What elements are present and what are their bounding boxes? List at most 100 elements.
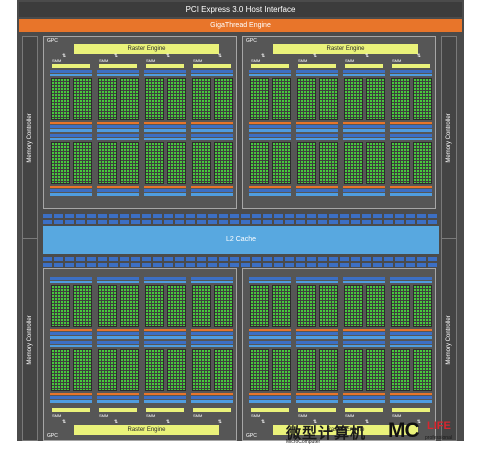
cache-strip — [249, 74, 291, 76]
cache-strip — [296, 345, 338, 347]
cache-strip — [343, 329, 385, 331]
cache-strip — [191, 193, 233, 196]
smm-processing-block — [191, 70, 233, 132]
cuda-core-array — [145, 142, 164, 184]
smm-label: SMM — [146, 413, 156, 418]
cuda-core-array — [214, 78, 233, 120]
cache-strip — [191, 336, 233, 339]
cache-strip — [144, 193, 186, 196]
cache-strip — [144, 122, 186, 124]
cache-strip — [343, 125, 385, 128]
smm-label: SMM — [99, 58, 109, 63]
cache-strip — [97, 329, 139, 331]
cache-strip — [249, 341, 291, 344]
smm-processing-block — [50, 341, 92, 403]
cuda-core-array — [366, 285, 385, 327]
cache-strip — [144, 186, 186, 188]
cache-strip — [390, 396, 432, 399]
smm-block: SMM — [143, 275, 187, 420]
cache-strip — [249, 400, 291, 403]
cache-strip — [390, 138, 432, 140]
cache-strip — [144, 336, 186, 339]
cache-strip — [296, 341, 338, 344]
pci-express-host-interface: PCI Express 3.0 Host Interface — [19, 2, 462, 17]
cache-strip — [249, 189, 291, 192]
cuda-core-array — [391, 349, 410, 391]
smm-processing-block — [343, 277, 385, 339]
smm-processing-block — [144, 277, 186, 339]
cuda-core-array — [51, 142, 70, 184]
cache-strip — [191, 332, 233, 335]
cache-strip — [191, 125, 233, 128]
cache-strip — [144, 400, 186, 403]
cache-strip — [50, 125, 92, 128]
polymorph-engine-bar — [99, 408, 137, 412]
smm-processing-block — [296, 277, 338, 339]
cuda-core-array — [250, 349, 269, 391]
cache-strip — [97, 396, 139, 399]
cuda-core-array — [51, 78, 70, 120]
memory-controller-top-right: Memory Controller — [441, 36, 457, 239]
cache-strip — [249, 193, 291, 196]
cuda-core-array — [272, 142, 291, 184]
cache-strip — [249, 125, 291, 128]
cuda-core-array — [344, 78, 363, 120]
cache-strip — [296, 74, 338, 76]
smm-processing-block — [390, 341, 432, 403]
smm-label: SMM — [193, 413, 203, 418]
cache-strip — [144, 125, 186, 128]
cache-strip — [343, 396, 385, 399]
cache-strip — [144, 329, 186, 331]
cache-strip — [343, 393, 385, 395]
cuda-core-array — [167, 142, 186, 184]
cache-strip — [50, 345, 92, 347]
cache-strip — [50, 393, 92, 395]
cache-strip — [191, 129, 233, 132]
cache-strip — [191, 329, 233, 331]
smm-processing-block — [343, 341, 385, 403]
cache-strip — [390, 341, 432, 344]
cache-strip — [343, 186, 385, 188]
polymorph-engine-bar — [298, 408, 336, 412]
smm-processing-block — [249, 341, 291, 403]
cache-strip — [343, 70, 385, 73]
cache-strip — [343, 189, 385, 192]
cuda-core-array — [413, 142, 432, 184]
cache-strip — [343, 281, 385, 283]
smm-label: SMM — [52, 58, 62, 63]
cache-strip — [343, 74, 385, 76]
gpc-label: GPC — [47, 433, 58, 439]
watermark-logo: 微型计算机 MicroComputer MC LIFE professional — [280, 419, 480, 448]
cache-strip — [390, 129, 432, 132]
cuda-core-array — [319, 78, 338, 120]
cache-strip — [144, 345, 186, 347]
cache-strip — [249, 138, 291, 140]
cache-strip — [390, 329, 432, 331]
smm-processing-block — [50, 70, 92, 132]
cache-strip — [249, 332, 291, 335]
smm-processing-block — [97, 134, 139, 196]
cuda-core-array — [319, 349, 338, 391]
cache-strip — [296, 138, 338, 140]
gpc-label: GPC — [246, 433, 257, 439]
cache-strip — [191, 186, 233, 188]
smm-block: SMM — [49, 275, 93, 420]
cache-strip — [144, 281, 186, 283]
gpc-bottom-right: GPC Raster Engine ⇅ ⇅ ⇅ ⇅ SMM SMM SMM SMM — [242, 268, 436, 441]
cache-strip — [50, 122, 92, 124]
cache-strip — [97, 281, 139, 283]
raster-arrows: ⇅ ⇅ ⇅ ⇅ — [62, 420, 222, 425]
cuda-core-array — [120, 78, 139, 120]
smm-processing-block — [50, 134, 92, 196]
cache-strip — [191, 277, 233, 280]
raster-engine: Raster Engine — [273, 44, 418, 54]
smm-block: SMM — [190, 58, 234, 203]
memory-controller-top-left: Memory Controller — [22, 36, 38, 239]
cache-strip — [97, 341, 139, 344]
smm-label: SMM — [52, 413, 62, 418]
cache-strip — [50, 129, 92, 132]
cuda-core-array — [297, 285, 316, 327]
cuda-core-array — [391, 142, 410, 184]
cache-strip — [390, 393, 432, 395]
cache-strip — [390, 186, 432, 188]
